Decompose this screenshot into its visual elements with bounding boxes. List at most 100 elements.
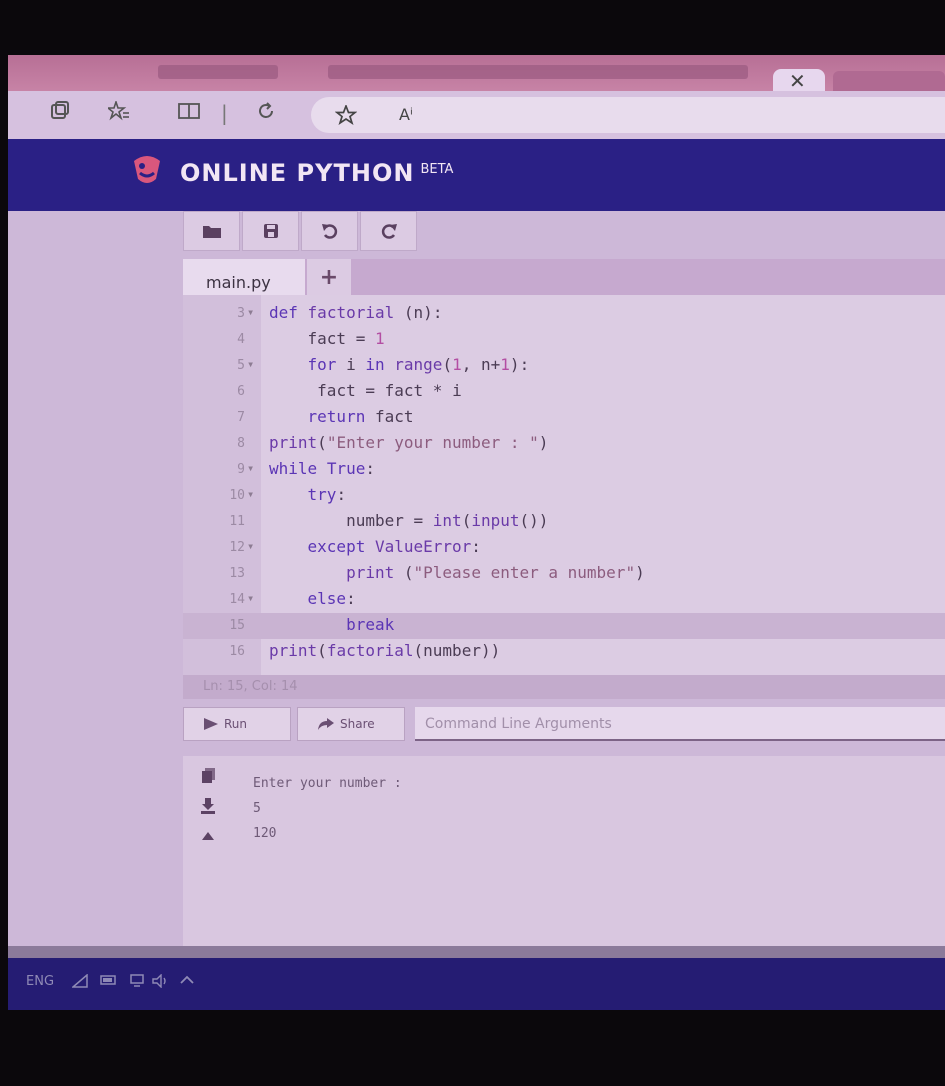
code-text: number = int(input())	[346, 511, 549, 530]
redo-icon	[381, 224, 397, 239]
code-line[interactable]: 3 ▾ def factorial (n):	[183, 301, 945, 327]
display-icon[interactable]	[130, 974, 144, 992]
fold-toggle-icon[interactable]: ▾	[247, 591, 254, 605]
code-line[interactable]: 9 ▾ while True:	[183, 457, 945, 483]
browser-tab[interactable]	[833, 71, 945, 93]
code-text: fact = fact * i	[317, 381, 462, 400]
page-bottom-scrollbar[interactable]	[8, 946, 945, 958]
output-line: Enter your number :	[253, 776, 402, 791]
code-line[interactable]: 14 ▾ else:	[183, 587, 945, 613]
run-bar: Run Share Command Line Arguments	[183, 703, 945, 745]
line-number: 11	[229, 514, 245, 529]
line-number: 5	[237, 358, 245, 373]
fold-toggle-icon[interactable]: ▾	[247, 539, 254, 553]
screen: ✕ | Aⁱ ONLINE PYTHON BETA main.py + 3 ▾ …	[8, 55, 945, 1010]
command-line-arguments-input[interactable]: Command Line Arguments	[415, 707, 945, 741]
code-editor[interactable]: 3 ▾ def factorial (n): 4 fact = 1 5 ▾ for i i…	[183, 295, 945, 675]
show-hidden-icons-icon[interactable]	[180, 974, 194, 989]
divider: |	[221, 101, 228, 125]
line-number: 10	[229, 488, 245, 503]
fold-toggle-icon[interactable]: ▾	[247, 487, 254, 501]
code-text: return fact	[307, 407, 414, 426]
battery-icon[interactable]	[100, 974, 118, 990]
line-number: 16	[229, 644, 245, 659]
brand-name: ONLINE PYTHON	[180, 159, 415, 187]
save-button[interactable]	[242, 211, 299, 251]
close-tab-icon[interactable]: ✕	[789, 69, 806, 93]
favorites-icon[interactable]	[105, 99, 130, 126]
read-aloud-icon[interactable]: Aⁱ	[399, 105, 413, 124]
fold-toggle-icon[interactable]: ▾	[247, 357, 254, 371]
line-number: 3	[237, 306, 245, 321]
code-line[interactable]: 16 print(factorial(number))	[183, 639, 945, 665]
code-text: else:	[307, 589, 356, 608]
undo-button[interactable]	[301, 211, 358, 251]
output-console: Enter your number : 5 120	[183, 756, 945, 946]
download-output-icon[interactable]	[201, 798, 215, 818]
tab-actions-icon[interactable]	[50, 101, 70, 126]
line-number: 12	[229, 540, 245, 555]
code-line[interactable]: 10 ▾ try:	[183, 483, 945, 509]
beta-badge: BETA	[420, 162, 454, 177]
online-python-logo-icon[interactable]	[130, 153, 164, 187]
output-line: 120	[253, 826, 277, 841]
code-line[interactable]: 11 number = int(input())	[183, 509, 945, 535]
code-text: try:	[307, 485, 347, 504]
code-text: print ("Please enter a number")	[346, 563, 645, 582]
editor-toolbar	[183, 211, 421, 251]
fold-toggle-icon[interactable]: ▾	[247, 305, 254, 319]
code-line[interactable]: 6 fact = fact * i	[183, 379, 945, 405]
line-number: 13	[229, 566, 245, 581]
collapse-output-icon[interactable]	[201, 826, 215, 845]
run-button[interactable]: Run	[183, 707, 291, 741]
language-indicator[interactable]: ENG	[26, 974, 54, 989]
code-line[interactable]: 7 return fact	[183, 405, 945, 431]
code-line[interactable]: 4 fact = 1	[183, 327, 945, 353]
open-file-button[interactable]	[183, 211, 240, 251]
code-text: print("Enter your number : ")	[269, 433, 549, 452]
line-number: 15	[229, 618, 245, 633]
code-text: def factorial (n):	[269, 303, 443, 322]
blurred-tab[interactable]	[158, 65, 278, 79]
file-tabs: main.py +	[183, 259, 945, 295]
code-text: print(factorial(number))	[269, 641, 501, 660]
code-line[interactable]: 8 print("Enter your number : ")	[183, 431, 945, 457]
address-bar[interactable]: Aⁱ	[311, 97, 945, 133]
editor-page: main.py + 3 ▾ def factorial (n): 4 fact = 1…	[8, 211, 945, 946]
undo-icon	[321, 224, 337, 239]
volume-icon[interactable]	[152, 973, 170, 992]
share-label: Share	[340, 717, 375, 731]
blurred-tab[interactable]	[328, 65, 748, 79]
line-number: 7	[237, 410, 245, 425]
browser-toolbar: | Aⁱ	[8, 91, 945, 139]
code-line[interactable]: 12 ▾ except ValueError:	[183, 535, 945, 561]
code-text: for i in range(1, n+1):	[307, 355, 530, 374]
code-line[interactable]: 5 ▾ for i in range(1, n+1):	[183, 353, 945, 379]
code-text: while True:	[269, 459, 375, 478]
line-number: 9	[237, 462, 245, 477]
tab-main-py[interactable]: main.py	[183, 259, 305, 295]
add-file-button[interactable]: +	[307, 259, 351, 295]
fold-toggle-icon[interactable]: ▾	[247, 461, 254, 475]
os-taskbar: ENG	[8, 958, 945, 1010]
split-screen-icon[interactable]	[178, 101, 200, 125]
star-icon[interactable]	[334, 103, 358, 130]
refresh-icon[interactable]	[256, 101, 276, 126]
code-text: except ValueError:	[307, 537, 481, 556]
site-header: ONLINE PYTHON BETA	[8, 139, 945, 211]
share-icon	[318, 718, 334, 730]
wifi-icon[interactable]	[70, 973, 88, 992]
code-line[interactable]: 15 break	[183, 613, 945, 639]
line-number: 14	[229, 592, 245, 607]
line-number: 4	[237, 332, 245, 347]
site-title[interactable]: ONLINE PYTHON BETA	[180, 159, 453, 187]
output-line: 5	[253, 801, 261, 816]
clear-output-icon[interactable]	[201, 768, 215, 788]
code-line[interactable]: 13 print ("Please enter a number")	[183, 561, 945, 587]
share-button[interactable]: Share	[297, 707, 405, 741]
code-text: break	[346, 615, 395, 634]
run-label: Run	[224, 717, 248, 731]
line-number: 8	[237, 436, 245, 451]
save-icon	[263, 224, 278, 238]
redo-button[interactable]	[360, 211, 417, 251]
